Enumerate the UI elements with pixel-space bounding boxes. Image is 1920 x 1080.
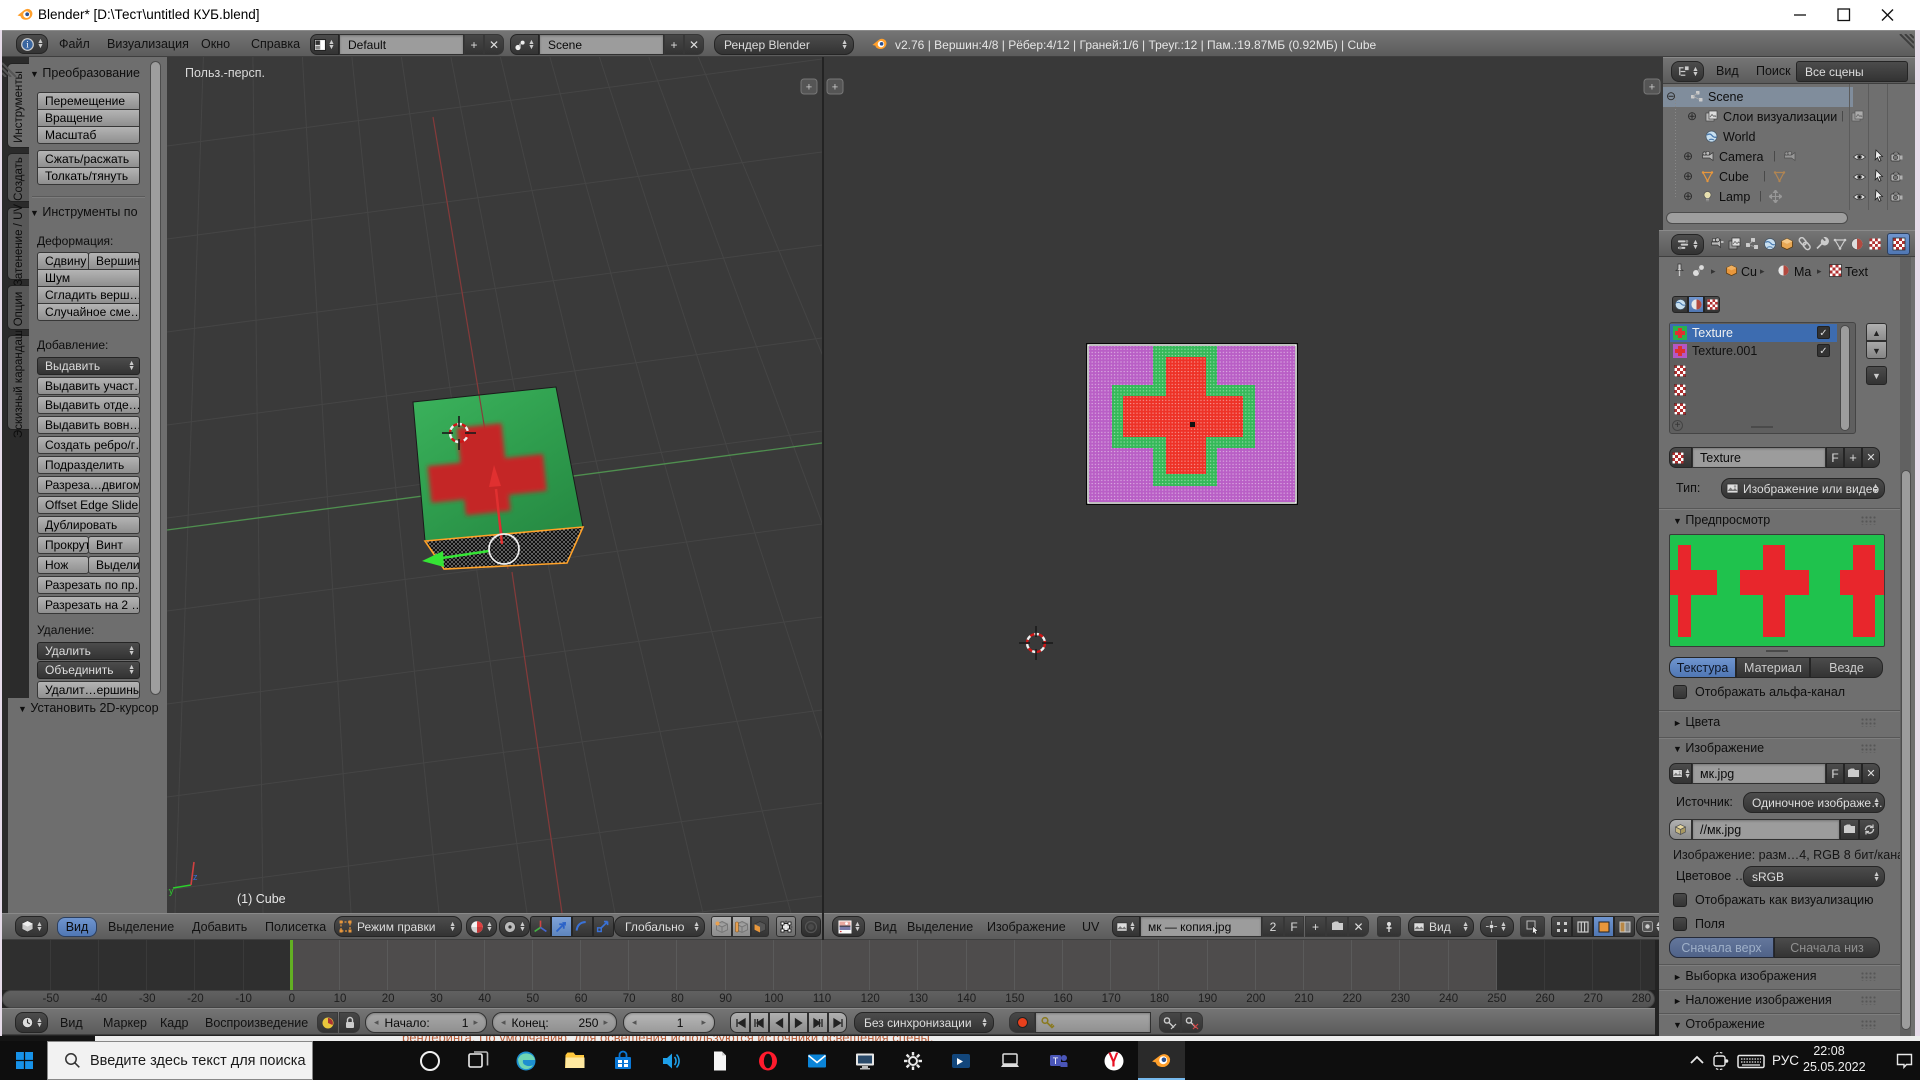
svg-text:+: + (806, 82, 812, 94)
svg-text:Польз.-персп.: Польз.-персп. (185, 66, 265, 80)
svg-text:y: y (169, 886, 174, 896)
svg-text:+: + (1649, 82, 1655, 94)
svg-text:+: + (832, 82, 838, 94)
svg-text:(1) Cube: (1) Cube (237, 892, 286, 906)
svg-text:T: T (1053, 1056, 1059, 1066)
svg-text:z: z (193, 872, 198, 882)
